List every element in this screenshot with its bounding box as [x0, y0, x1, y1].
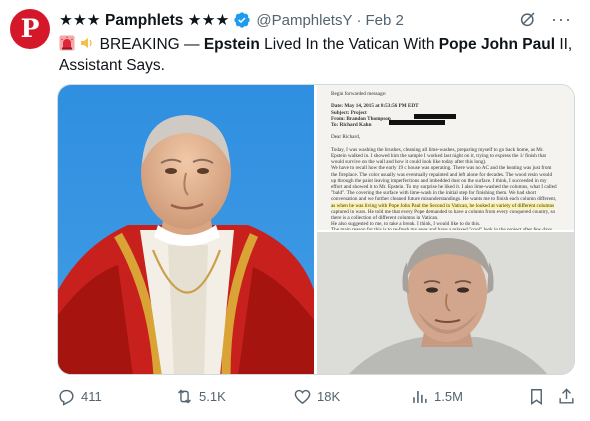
avatar[interactable]: P	[10, 9, 50, 49]
reply-button[interactable]: 411	[57, 387, 102, 406]
bookmark-button[interactable]	[527, 387, 546, 406]
share-button[interactable]	[557, 387, 576, 406]
like-button[interactable]: 18K	[293, 387, 340, 406]
action-bar: 411 5.1K 18K 1.5M	[57, 387, 579, 409]
tweet-header: ★★★ Pamphlets ★★★ @PamphletsY · Feb 2	[59, 10, 404, 30]
reply-icon	[59, 389, 74, 406]
like-icon	[294, 389, 311, 405]
repost-icon	[178, 389, 191, 404]
tweet-text-segment: BREAKING —	[99, 36, 204, 53]
repost-button[interactable]: 5.1K	[175, 387, 226, 406]
image-pope-portrait[interactable]	[58, 85, 314, 374]
tweet-body: BREAKING — Epstein Lived In the Vatican …	[59, 36, 572, 74]
views-count: 1.5M	[434, 389, 463, 404]
tweet-text-segment: Epstein	[203, 36, 260, 53]
media-grid: Begin forwarded message: Date: May 14, 2…	[57, 84, 575, 375]
share-icon	[559, 388, 574, 404]
reply-count: 411	[81, 389, 102, 404]
top-right-icons: ···	[519, 10, 572, 28]
like-count: 18K	[317, 389, 341, 404]
verified-badge-icon	[234, 12, 251, 28]
image-epstein-photo[interactable]	[317, 232, 574, 374]
display-name[interactable]: ★★★ Pamphlets ★★★	[59, 11, 229, 30]
epstein-photo-illustration	[317, 232, 574, 374]
tweet-text-segment: Lived In the Vatican With	[259, 36, 439, 53]
more-icon[interactable]: ···	[551, 10, 572, 28]
speaker-icon	[81, 38, 92, 48]
pope-portrait-illustration	[58, 115, 314, 374]
avatar-letter: P	[20, 14, 40, 43]
timestamp[interactable]: Feb 2	[365, 12, 403, 29]
views-button[interactable]: 1.5M	[410, 387, 463, 406]
views-icon	[413, 390, 427, 403]
image-email-document[interactable]: Begin forwarded message: Date: May 14, 2…	[317, 85, 574, 230]
separator-dot: ·	[356, 11, 362, 29]
repost-count: 5.1K	[199, 389, 226, 404]
tweet[interactable]: P ★★★ Pamphlets ★★★ @PamphletsY · Feb 2 …	[0, 0, 590, 421]
bookmark-icon	[531, 389, 542, 405]
tweet-text: BREAKING — Epstein Lived In the Vatican …	[59, 34, 579, 76]
rotating-light-icon	[59, 35, 75, 51]
redaction-bars	[389, 114, 456, 125]
handle[interactable]: @PamphletsY	[256, 12, 352, 29]
grok-icon[interactable]	[519, 10, 537, 28]
tweet-text-segment: Pope John Paul	[438, 36, 556, 53]
